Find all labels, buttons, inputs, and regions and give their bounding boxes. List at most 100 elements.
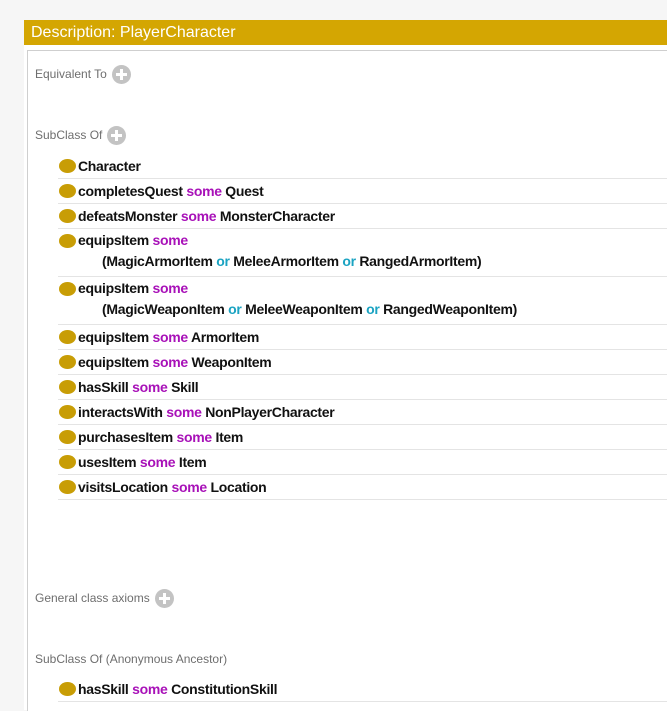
axiom-term: ConstitutionSkill: [171, 681, 278, 697]
axiom-row[interactable]: visitsLocation some Location: [58, 475, 667, 500]
axiom-line: hasSkill some Skill: [78, 379, 199, 395]
subclass-axiom-list: Character completesQuest some Quest defeat…: [58, 154, 667, 500]
axiom-keyword: some: [152, 232, 189, 248]
axiom-term: hasSkill: [78, 681, 129, 697]
axiom-continuation-line: (MagicArmorItem or MeleeArmorItem or Ran…: [102, 252, 482, 270]
axiom-row[interactable]: purchasesItem some Item: [58, 425, 667, 450]
axiom-row[interactable]: equipsItem some (MagicWeaponItem or Melee…: [58, 277, 667, 325]
axiom-keyword: some: [152, 280, 189, 296]
subclass-of-anonymous-label: SubClass Of (Anonymous Ancestor): [35, 652, 228, 666]
axiom-term: usesItem: [78, 454, 137, 470]
axiom-row[interactable]: equipsItem some (MagicArmorItem or MeleeA…: [58, 229, 667, 277]
class-bullet-icon: [59, 209, 76, 223]
axiom-operator: or: [342, 253, 356, 269]
axiom-line: equipsItem some ArmorItem: [78, 329, 259, 345]
axiom-continuation-line: (MagicWeaponItem or MeleeWeaponItem or R…: [102, 300, 517, 318]
axiom-term: equipsItem: [78, 232, 149, 248]
axiom-row[interactable]: hasSkill some ConstitutionSkill: [58, 677, 667, 702]
add-general-axiom-icon[interactable]: [154, 588, 174, 608]
description-header: Description: PlayerCharacter: [24, 20, 667, 45]
axiom-keyword: some: [176, 429, 213, 445]
axiom-term: (MagicWeaponItem: [102, 301, 225, 317]
axiom-row[interactable]: usesItem some Item: [58, 450, 667, 475]
axiom-line: equipsItem some WeaponItem: [78, 354, 272, 370]
axiom-row[interactable]: hasSkill some Skill: [58, 375, 667, 400]
subclass-of-label: SubClass Of: [35, 128, 103, 142]
subclass-of-anonymous-section: SubClass Of (Anonymous Ancestor): [35, 647, 227, 671]
axiom-row[interactable]: completesQuest some Quest: [58, 179, 667, 204]
class-bullet-icon: [59, 480, 76, 494]
axiom-row[interactable]: equipsItem some WeaponItem: [58, 350, 667, 375]
axiom-term: MeleeWeaponItem: [245, 301, 363, 317]
axiom-term: visitsLocation: [78, 479, 168, 495]
axiom-line: equipsItem some: [78, 231, 188, 249]
axiom-row[interactable]: interactsWith some NonPlayerCharacter: [58, 400, 667, 425]
axiom-term: (MagicArmorItem: [102, 253, 213, 269]
class-bullet-icon: [59, 455, 76, 469]
axiom-term: interactsWith: [78, 404, 163, 420]
axiom-term: equipsItem: [78, 329, 149, 345]
axiom-line: defeatsMonster some MonsterCharacter: [78, 208, 335, 224]
axiom-row[interactable]: equipsItem some ArmorItem: [58, 325, 667, 350]
axiom-term: MeleeArmorItem: [233, 253, 339, 269]
axiom-line: interactsWith some NonPlayerCharacter: [78, 404, 335, 420]
axiom-term: Item: [215, 429, 244, 445]
subclass-of-section: SubClass Of: [35, 123, 127, 147]
axiom-term: completesQuest: [78, 183, 183, 199]
axiom-row[interactable]: defeatsMonster some MonsterCharacter: [58, 204, 667, 229]
class-bullet-icon: [59, 430, 76, 444]
axiom-term: Quest: [225, 183, 264, 199]
description-frame: Description: PlayerCharacter Equivalent …: [24, 20, 667, 711]
axiom-keyword: some: [139, 454, 176, 470]
axiom-operator: or: [366, 301, 380, 317]
axiom-term: equipsItem: [78, 280, 149, 296]
axiom-keyword: some: [166, 404, 202, 420]
axiom-term: equipsItem: [78, 354, 149, 370]
axiom-keyword: some: [186, 183, 222, 199]
class-bullet-icon: [59, 330, 76, 344]
axiom-term: Skill: [171, 379, 199, 395]
axiom-row[interactable]: Character: [58, 154, 667, 179]
axiom-keyword: some: [171, 479, 208, 495]
axiom-keyword: some: [152, 329, 189, 345]
axiom-term: MonsterCharacter: [219, 208, 335, 224]
class-bullet-icon: [59, 234, 76, 248]
axiom-term: purchasesItem: [78, 429, 173, 445]
axiom-line: purchasesItem some Item: [78, 429, 243, 445]
axiom-term: Character: [78, 158, 141, 174]
axiom-line: completesQuest some Quest: [78, 183, 264, 199]
class-bullet-icon: [59, 380, 76, 394]
class-bullet-icon: [59, 159, 76, 173]
class-bullet-icon: [59, 405, 76, 419]
add-subclass-icon[interactable]: [107, 125, 127, 145]
add-equivalent-icon[interactable]: [111, 64, 131, 84]
description-panel: Equivalent To SubClass Of Character compl…: [27, 50, 667, 711]
axiom-keyword: some: [132, 379, 168, 395]
axiom-keyword: some: [152, 354, 189, 370]
axiom-term: Location: [210, 479, 267, 495]
general-class-axioms-section: General class axioms: [35, 586, 174, 610]
axiom-line: equipsItem some: [78, 279, 188, 297]
axiom-term: ArmorItem: [190, 329, 260, 345]
axiom-term: RangedArmorItem): [359, 253, 482, 269]
axiom-term: hasSkill: [78, 379, 129, 395]
class-bullet-icon: [59, 682, 76, 696]
axiom-line: visitsLocation some Location: [78, 479, 267, 495]
class-bullet-icon: [59, 282, 76, 296]
axiom-keyword: some: [180, 208, 217, 224]
class-bullet-icon: [59, 355, 76, 369]
axiom-line: usesItem some Item: [78, 454, 207, 470]
axiom-term: Item: [178, 454, 207, 470]
class-bullet-icon: [59, 184, 76, 198]
equivalent-to-section: Equivalent To: [35, 62, 131, 86]
axiom-term: defeatsMonster: [78, 208, 178, 224]
axiom-term: RangedWeaponItem): [383, 301, 517, 317]
axiom-line: hasSkill some ConstitutionSkill: [78, 681, 278, 697]
general-class-axioms-label: General class axioms: [35, 591, 150, 605]
axiom-operator: or: [216, 253, 230, 269]
axiom-line: Character: [78, 158, 141, 174]
axiom-operator: or: [228, 301, 242, 317]
axiom-term: NonPlayerCharacter: [205, 404, 335, 420]
ancestor-axiom-list: hasSkill some ConstitutionSkill: [58, 677, 667, 702]
equivalent-to-label: Equivalent To: [35, 67, 107, 81]
